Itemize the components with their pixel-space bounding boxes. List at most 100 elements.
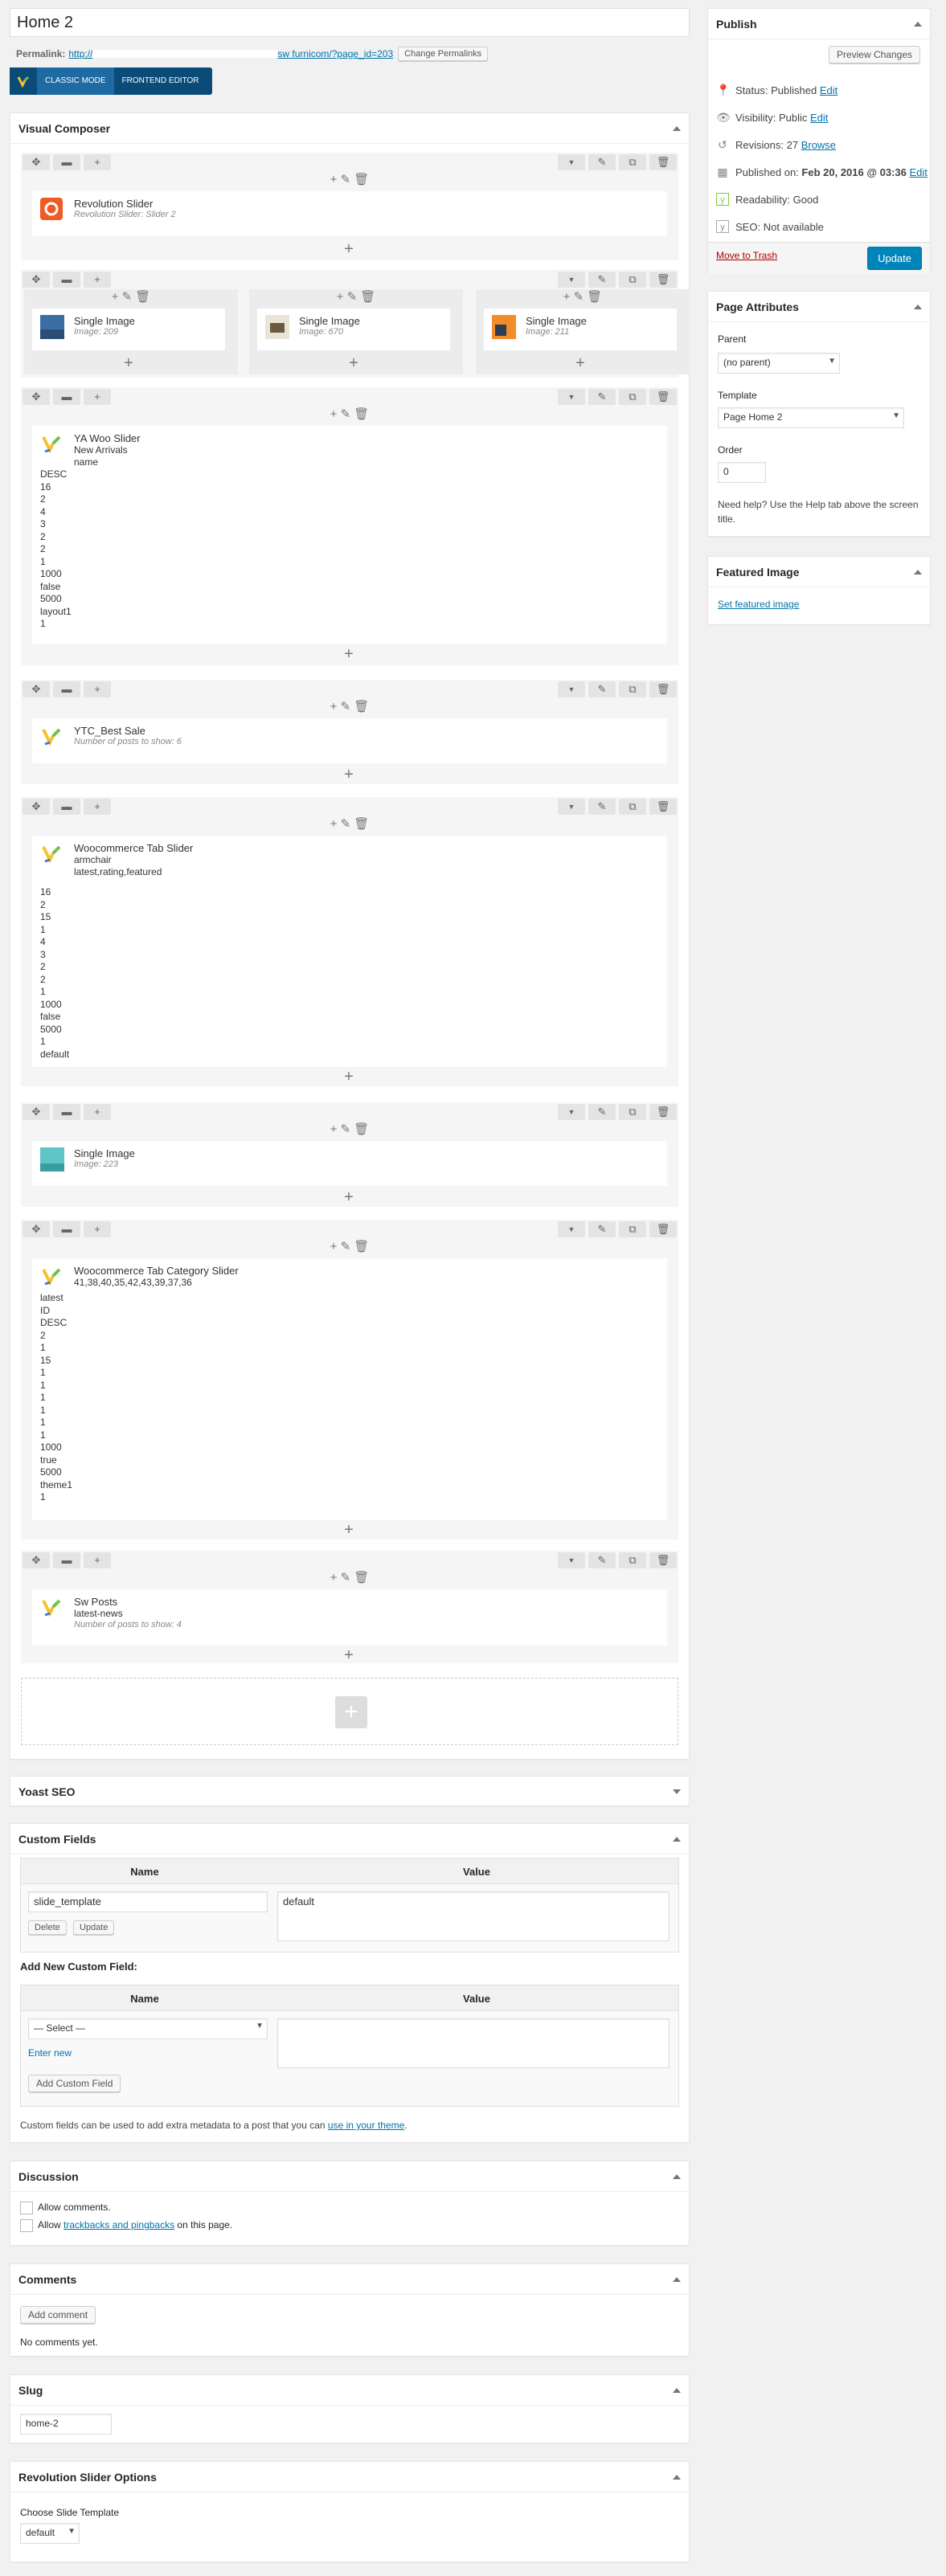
template-select[interactable]: Page Home 2 ▼ [718, 407, 904, 428]
collapse-icon[interactable] [673, 125, 681, 131]
row-move-icon[interactable]: ✥ [23, 1221, 50, 1237]
cf-name-input[interactable]: slide_template [28, 1891, 268, 1912]
collapse-icon[interactable] [673, 2173, 681, 2179]
cf-enter-new-link[interactable]: Enter new [28, 2047, 72, 2059]
woocommerce-tab-category-slider-element[interactable]: Woocommerce Tab Category Slider 41,38,40,… [32, 1258, 667, 1520]
cf-value-textarea[interactable]: default [277, 1891, 670, 1941]
move-to-trash-link[interactable]: Move to Trash [716, 250, 777, 261]
row-move-icon[interactable]: ✥ [23, 799, 50, 815]
update-button[interactable]: Update [867, 247, 922, 270]
add-element-icon[interactable]: + [121, 355, 137, 371]
row-toggle-icon[interactable]: ▼ [558, 389, 585, 405]
change-permalinks-button[interactable]: Change Permalinks [398, 47, 489, 61]
publish-header[interactable]: Publish [708, 9, 930, 39]
row-delete-icon[interactable]: 🗑 [649, 389, 677, 405]
cf-update-button[interactable]: Update [73, 1920, 115, 1935]
row-clone-icon[interactable]: ⧉ [619, 681, 646, 697]
add-element-icon[interactable]: + [341, 646, 357, 662]
row-delete-icon[interactable]: 🗑 [649, 1104, 677, 1120]
use-in-theme-link[interactable]: use in your theme [328, 2120, 404, 2131]
edit-date-link[interactable]: Edit [910, 166, 928, 178]
row-edit-icon[interactable]: ✎ [588, 681, 616, 697]
add-element-icon[interactable]: + [341, 1069, 357, 1085]
add-element-icon[interactable]: + [341, 1189, 357, 1205]
row-delete-icon[interactable]: 🗑 [649, 272, 677, 288]
row-clone-icon[interactable]: ⧉ [619, 389, 646, 405]
featured-header[interactable]: Featured Image [708, 557, 930, 587]
edit-visibility-link[interactable]: Edit [810, 112, 828, 124]
row-clone-icon[interactable]: ⧉ [619, 1552, 646, 1568]
row-add-icon[interactable]: + [84, 154, 111, 170]
cf-new-value-textarea[interactable] [277, 2018, 670, 2068]
revslider-select[interactable]: default ▼ [20, 2523, 80, 2544]
collapse-icon[interactable] [673, 2474, 681, 2480]
row-add-icon[interactable]: + [84, 389, 111, 405]
permalink-url-end[interactable]: sw furnicom/?page_id=203 [277, 48, 393, 59]
row-layout-icon[interactable]: ▬ [53, 1552, 80, 1568]
add-comment-button[interactable]: Add comment [20, 2306, 96, 2324]
row-toggle-icon[interactable]: ▼ [558, 1221, 585, 1237]
column-controls[interactable]: + ✎ 🗑 [21, 407, 678, 423]
row-clone-icon[interactable]: ⧉ [619, 1221, 646, 1237]
row-layout-icon[interactable]: ▬ [53, 389, 80, 405]
row-edit-icon[interactable]: ✎ [588, 1104, 616, 1120]
row-delete-icon[interactable]: 🗑 [649, 681, 677, 697]
row-add-icon[interactable]: + [84, 1552, 111, 1568]
add-element-icon[interactable]: + [572, 355, 588, 371]
order-input[interactable]: 0 [718, 462, 766, 483]
cf-delete-button[interactable]: Delete [28, 1920, 67, 1935]
revslider-header[interactable]: Revolution Slider Options [10, 2462, 689, 2492]
row-edit-icon[interactable]: ✎ [588, 272, 616, 288]
row-add-icon[interactable]: + [84, 272, 111, 288]
single-image-element[interactable]: Single Image Image: 211 [484, 309, 677, 350]
ya-woo-slider-element[interactable]: YA Woo Slider New Arrivals name DESC 16 2 4… [32, 426, 667, 644]
collapse-icon[interactable] [673, 2387, 681, 2393]
column-controls[interactable]: + ✎ 🗑 [21, 1122, 678, 1138]
row-delete-icon[interactable]: 🗑 [649, 799, 677, 815]
column-controls[interactable]: + ✎ 🗑 [476, 289, 690, 305]
add-element-icon[interactable]: + [341, 1647, 357, 1663]
single-image-element[interactable]: Single Image Image: 223 [32, 1141, 667, 1186]
row-add-icon[interactable]: + [84, 1104, 111, 1120]
add-element-icon[interactable]: + [341, 241, 357, 257]
row-toggle-icon[interactable]: ▼ [558, 799, 585, 815]
row-toggle-icon[interactable]: ▼ [558, 1104, 585, 1120]
row-add-icon[interactable]: + [84, 1221, 111, 1237]
row-move-icon[interactable]: ✥ [23, 1104, 50, 1120]
classic-mode-button[interactable]: CLASSIC MODE [37, 67, 114, 95]
column-controls[interactable]: + ✎ 🗑 [21, 1239, 678, 1255]
row-delete-icon[interactable]: 🗑 [649, 154, 677, 170]
collapse-icon[interactable] [914, 21, 922, 27]
woocommerce-tab-slider-element[interactable]: Woocommerce Tab Slider armchair latest,rat… [32, 836, 667, 1067]
cf-key-select[interactable]: — Select — ▼ [28, 2018, 268, 2039]
allow-comments-checkbox[interactable] [20, 2202, 33, 2214]
row-edit-icon[interactable]: ✎ [588, 1552, 616, 1568]
row-move-icon[interactable]: ✥ [23, 154, 50, 170]
row-layout-icon[interactable]: ▬ [53, 681, 80, 697]
add-element-icon[interactable]: + [346, 355, 362, 371]
vc-header[interactable]: Visual Composer [10, 113, 689, 144]
row-toggle-icon[interactable]: ▼ [558, 154, 585, 170]
row-layout-icon[interactable]: ▬ [53, 1104, 80, 1120]
row-clone-icon[interactable]: ⧉ [619, 154, 646, 170]
row-layout-icon[interactable]: ▬ [53, 1221, 80, 1237]
row-edit-icon[interactable]: ✎ [588, 389, 616, 405]
allow-pings-row[interactable]: Allow trackbacks and pingbacks on this p… [20, 2219, 232, 2232]
row-layout-icon[interactable]: ▬ [53, 799, 80, 815]
set-featured-image-link[interactable]: Set featured image [718, 599, 799, 610]
slug-input[interactable]: home-2 [20, 2414, 112, 2435]
row-delete-icon[interactable]: 🗑 [649, 1552, 677, 1568]
row-edit-icon[interactable]: ✎ [588, 1221, 616, 1237]
trackbacks-link[interactable]: trackbacks and pingbacks [63, 2219, 174, 2230]
parent-select[interactable]: (no parent) ▼ [718, 353, 840, 374]
edit-status-link[interactable]: Edit [820, 84, 837, 96]
row-layout-icon[interactable]: ▬ [53, 272, 80, 288]
row-move-icon[interactable]: ✥ [23, 681, 50, 697]
browse-revisions-link[interactable]: Browse [801, 139, 836, 151]
column-controls[interactable]: + ✎ 🗑 [21, 816, 678, 832]
row-clone-icon[interactable]: ⧉ [619, 799, 646, 815]
cf-add-button[interactable]: Add Custom Field [28, 2075, 121, 2092]
row-move-icon[interactable]: ✥ [23, 1552, 50, 1568]
column-controls[interactable]: + ✎ 🗑 [21, 172, 678, 188]
row-toggle-icon[interactable]: ▼ [558, 272, 585, 288]
